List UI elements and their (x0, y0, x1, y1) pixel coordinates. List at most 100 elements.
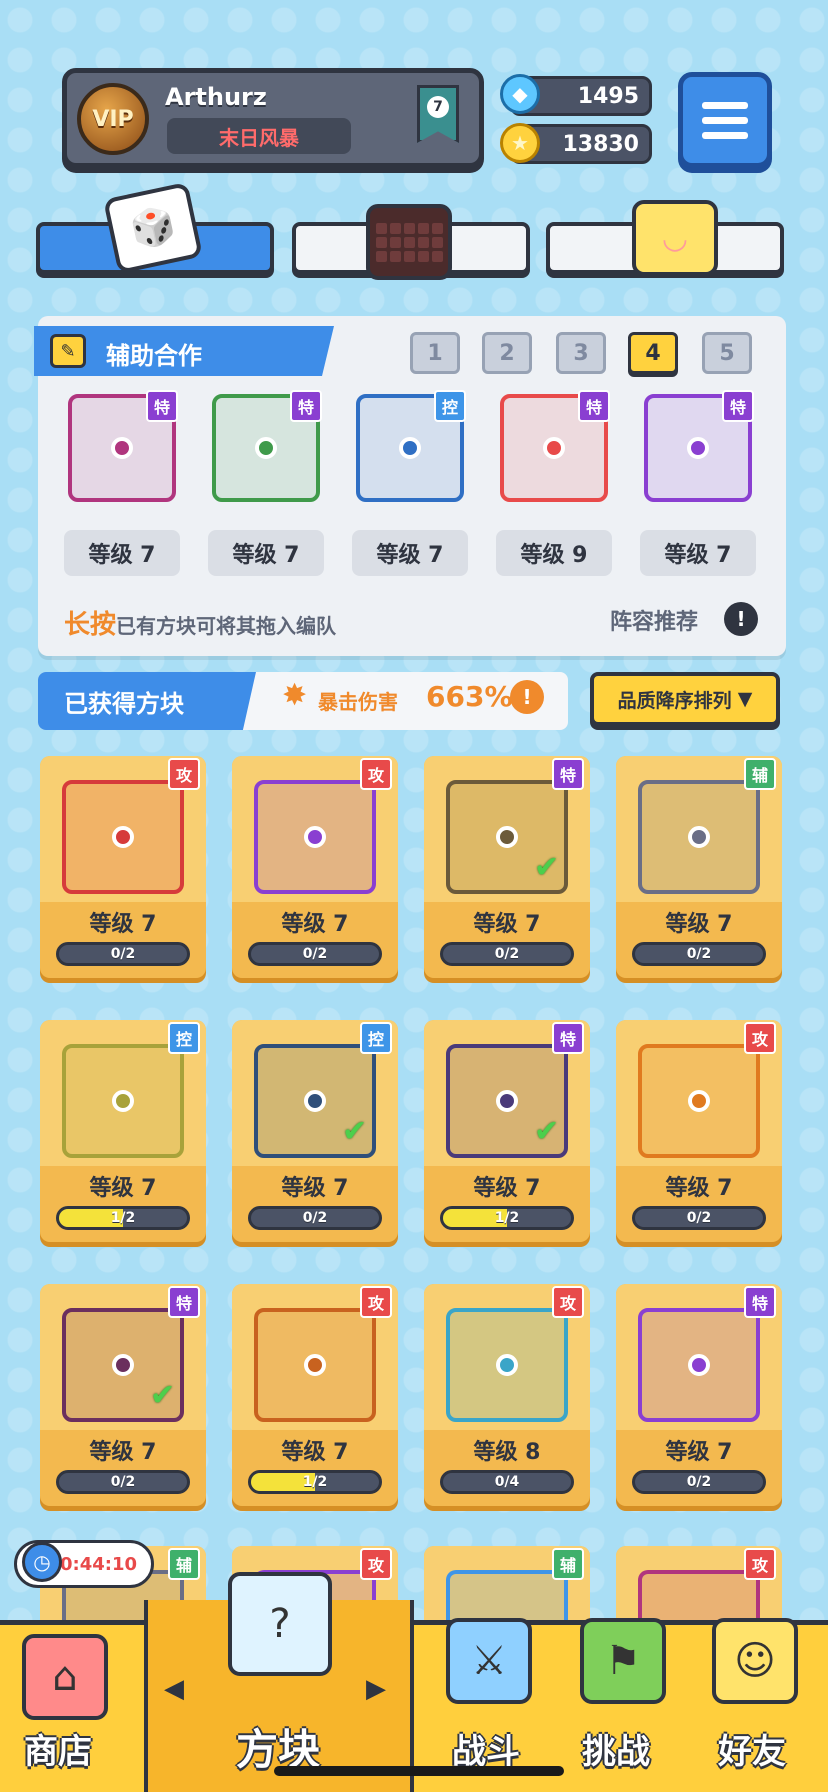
upgrade-progress-bar: 0/2 (56, 1470, 190, 1494)
nav-right-arrow[interactable]: ▶ (366, 1674, 386, 1704)
type-badge: 特 (578, 390, 610, 422)
block-card[interactable]: 特 ✔ 等级 7 0/2 (424, 756, 590, 978)
assist-title: 辅助合作 (106, 342, 202, 370)
upgrade-progress-bar: 0/2 (632, 1470, 766, 1494)
card-level: 等级 7 (473, 1176, 541, 1201)
card-level: 等级 7 (281, 1440, 349, 1465)
type-badge: 攻 (168, 758, 200, 790)
block-card[interactable]: 攻 等级 7 1/2 (232, 1284, 398, 1506)
block-card[interactable]: 特 等级 7 0/2 (616, 1284, 782, 1506)
progress-text: 1/2 (110, 1210, 136, 1226)
card-level: 等级 7 (665, 1176, 733, 1201)
card-level: 等级 7 (665, 1440, 733, 1465)
assist-slot[interactable]: 特 (206, 380, 326, 510)
type-badge: 控 (360, 1022, 392, 1054)
progress-text: 0/2 (686, 946, 712, 962)
progress-text: 0/2 (494, 946, 520, 962)
card-level: 等级 7 (89, 1440, 157, 1465)
type-badge: 控 (434, 390, 466, 422)
nav-friends[interactable]: 好友 (718, 1724, 786, 1773)
type-badge: 特 (552, 758, 584, 790)
rank-ribbon-icon[interactable]: 7 (417, 85, 459, 143)
pencil-icon[interactable]: ✎ (50, 334, 86, 368)
slot-level: 等级 7 (352, 530, 468, 576)
checkmark-icon: ✔ (534, 1114, 560, 1149)
assist-slot[interactable]: 特 (638, 380, 758, 510)
block-card[interactable]: 攻 等级 8 0/4 (424, 1284, 590, 1506)
block-card[interactable]: 辅 等级 7 0/2 (616, 756, 782, 978)
progress-text: 0/2 (686, 1210, 712, 1226)
mystery-block-icon[interactable]: ? (228, 1572, 332, 1676)
upgrade-progress-bar: 1/2 (440, 1206, 574, 1230)
assist-slot[interactable]: 特 (494, 380, 614, 510)
block-card[interactable]: 控 ✔ 等级 7 0/2 (232, 1020, 398, 1242)
profile-panel[interactable]: VIP Arthurz 末日风暴 7 (62, 68, 484, 168)
type-badge: 特 (290, 390, 322, 422)
slot-level: 等级 7 (64, 530, 180, 576)
upgrade-progress-bar: 0/2 (440, 942, 574, 966)
block-card[interactable]: 特 ✔ 等级 7 0/2 (40, 1284, 206, 1506)
card-level: 等级 8 (473, 1440, 541, 1465)
vip-avatar[interactable]: VIP (77, 83, 149, 155)
home-indicator[interactable] (274, 1766, 564, 1776)
progress-text: 1/2 (494, 1210, 520, 1226)
nav-challenge[interactable]: 挑战 (582, 1724, 650, 1773)
card-level: 等级 7 (281, 912, 349, 937)
lineup-tab-2[interactable]: 2 (482, 332, 532, 374)
lineup-recommend-button[interactable]: 阵容推荐 (610, 604, 698, 636)
block-emblem-icon (446, 1308, 568, 1422)
progress-text: 0/2 (110, 946, 136, 962)
signpost-icon[interactable]: ⚑ (580, 1618, 666, 1704)
info-icon[interactable]: ! (724, 602, 758, 636)
lineup-tab-4[interactable]: 4 (628, 332, 678, 374)
crit-value: 663% (426, 680, 513, 713)
card-level: 等级 7 (473, 912, 541, 937)
block-emblem-icon (254, 1308, 376, 1422)
lineup-tab-5[interactable]: 5 (702, 332, 752, 374)
type-badge: 特 (744, 1286, 776, 1318)
menu-button[interactable] (678, 72, 772, 168)
hamburger-icon (702, 101, 748, 109)
type-badge: 控 (168, 1022, 200, 1054)
crit-info-icon[interactable]: ! (510, 680, 544, 714)
type-badge: 攻 (360, 758, 392, 790)
type-badge: 辅 (552, 1548, 584, 1580)
progress-text: 0/2 (302, 1210, 328, 1226)
shop-stall-icon[interactable]: ⌂ (22, 1634, 108, 1720)
gem-icon: ◆ (500, 74, 540, 114)
progress-text: 1/2 (302, 1474, 328, 1490)
crit-label: 暴击伤害 (318, 690, 398, 714)
block-card[interactable]: 控 等级 7 1/2 (40, 1020, 206, 1242)
upgrade-progress-bar: 0/2 (56, 942, 190, 966)
joystick-friend-icon[interactable]: ☺ (712, 1618, 798, 1704)
block-card[interactable]: 辅 (424, 1546, 590, 1626)
type-badge: 辅 (744, 758, 776, 790)
block-emblem-icon (638, 1308, 760, 1422)
block-emblem-icon (638, 1044, 760, 1158)
slot-level: 等级 7 (208, 530, 324, 576)
upgrade-progress-bar: 0/2 (632, 1206, 766, 1230)
sword-shield-icon[interactable]: ⚔ (446, 1618, 532, 1704)
sort-dropdown[interactable]: 品质降序排列 ▼ (590, 672, 780, 726)
checkmark-icon: ✔ (534, 850, 560, 885)
block-card[interactable]: 攻 等级 7 0/2 (232, 756, 398, 978)
assist-slot[interactable]: 特 (62, 380, 182, 510)
nav-left-arrow[interactable]: ◀ (164, 1674, 184, 1704)
type-badge: 特 (146, 390, 178, 422)
assist-slot[interactable]: 控 (350, 380, 470, 510)
upgrade-progress-bar: 1/2 (56, 1206, 190, 1230)
block-card[interactable]: 攻 等级 7 0/2 (616, 1020, 782, 1242)
block-emblem-icon (62, 1044, 184, 1158)
lineup-tab-1[interactable]: 1 (410, 332, 460, 374)
block-card[interactable]: 攻 (616, 1546, 782, 1626)
nav-shop[interactable]: 商店 (24, 1724, 92, 1773)
type-badge: 攻 (744, 1022, 776, 1054)
lineup-tab-3[interactable]: 3 (556, 332, 606, 374)
block-card[interactable]: 特 ✔ 等级 7 1/2 (424, 1020, 590, 1242)
checkmark-icon: ✔ (150, 1378, 176, 1413)
type-badge: 辅 (168, 1548, 200, 1580)
block-card[interactable]: 攻 等级 7 0/2 (40, 756, 206, 978)
type-badge: 特 (552, 1022, 584, 1054)
coin-icon: ★ (500, 123, 540, 163)
type-badge: 攻 (360, 1548, 392, 1580)
